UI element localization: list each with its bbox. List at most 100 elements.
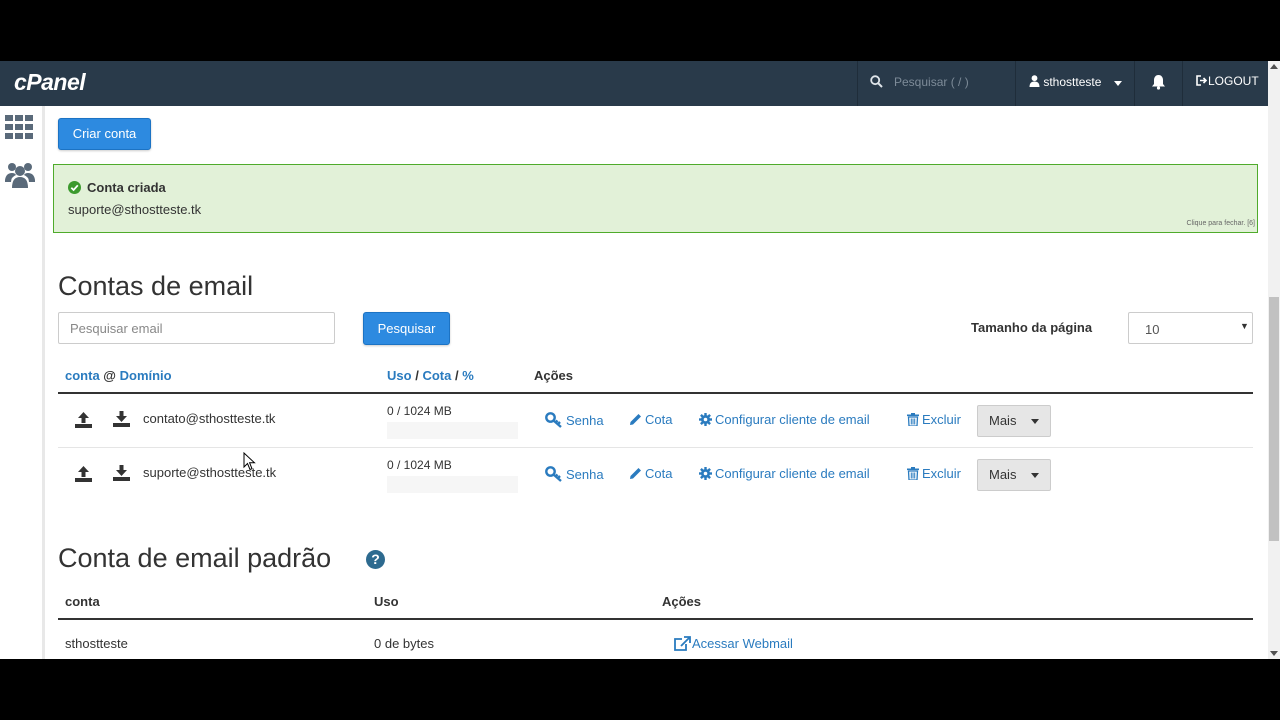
- password-action[interactable]: Senha: [545, 466, 604, 482]
- alert-title: Conta criada: [87, 180, 166, 195]
- gear-icon: [699, 413, 712, 426]
- key-icon: [545, 412, 562, 428]
- configure-client-action[interactable]: Configurar cliente de email: [699, 466, 870, 481]
- alert-message: suporte@sthostteste.tk: [68, 202, 202, 217]
- users-icon[interactable]: [5, 160, 35, 193]
- page-size-label: Tamanho da página: [971, 320, 1093, 335]
- chevron-down-icon: ▼: [1240, 321, 1249, 331]
- slash-separator: /: [454, 368, 459, 383]
- scrollbar-thumb[interactable]: [1269, 297, 1279, 541]
- user-menu[interactable]: sthostteste: [1029, 75, 1101, 89]
- delete-label: Excluir: [922, 466, 962, 481]
- global-search-placeholder: Pesquisar ( / ): [894, 75, 969, 89]
- top-navbar: cPanel Pesquisar ( / ) sthostteste LOGOU…: [0, 61, 1268, 106]
- pencil-icon: [630, 414, 641, 425]
- default-column-usage: Uso: [374, 594, 399, 609]
- upload-icon[interactable]: [75, 412, 92, 433]
- download-icon[interactable]: [113, 465, 130, 486]
- sort-account-link[interactable]: conta: [65, 368, 100, 383]
- trash-icon: [907, 467, 919, 480]
- bell-icon[interactable]: [1151, 74, 1166, 95]
- user-icon: [1029, 75, 1040, 87]
- slash-separator: /: [415, 368, 419, 383]
- grid-icon[interactable]: [5, 115, 33, 144]
- password-action[interactable]: Senha: [545, 412, 604, 428]
- more-dropdown-button[interactable]: Mais: [977, 405, 1051, 437]
- more-label: Mais: [989, 467, 1017, 482]
- usage-text: 0 / 1024 MB: [387, 404, 452, 418]
- sort-percent-link[interactable]: %: [462, 368, 474, 383]
- sort-quota-link[interactable]: Cota: [422, 368, 451, 383]
- trash-icon: [907, 413, 919, 426]
- column-header-actions: Ações: [534, 368, 574, 383]
- cpanel-logo[interactable]: cPanel: [14, 69, 86, 96]
- configure-client-label: Configurar cliente de email: [715, 412, 870, 427]
- more-dropdown-button[interactable]: Mais: [977, 459, 1051, 491]
- password-label: Senha: [566, 412, 604, 428]
- page-size-select[interactable]: 10 ▼: [1128, 312, 1253, 344]
- delete-label: Excluir: [922, 412, 962, 427]
- default-table-rule: [58, 618, 1253, 620]
- download-icon[interactable]: [113, 411, 130, 432]
- pencil-icon: [630, 468, 641, 479]
- sort-usage-link[interactable]: Uso: [387, 368, 412, 383]
- search-icon: [870, 75, 883, 93]
- webmail-link[interactable]: Acessar Webmail: [674, 636, 793, 651]
- external-link-icon: [674, 636, 691, 651]
- gear-icon: [699, 467, 712, 480]
- create-account-button[interactable]: Criar conta: [58, 118, 151, 150]
- delete-action[interactable]: Excluir: [907, 412, 961, 427]
- email-search-placeholder: Pesquisar email: [70, 321, 163, 336]
- email-address: suporte@sthostteste.tk: [143, 465, 277, 480]
- help-icon[interactable]: ?: [366, 550, 385, 569]
- configure-client-label: Configurar cliente de email: [715, 466, 870, 481]
- logout-icon: [1196, 75, 1208, 86]
- key-icon: [545, 466, 562, 482]
- delete-action[interactable]: Excluir: [907, 466, 961, 481]
- usage-text: 0 / 1024 MB: [387, 458, 452, 472]
- logout-label: LOGOUT: [1208, 74, 1259, 88]
- cpanel-window: cPanel Pesquisar ( / ) sthostteste LOGOU…: [0, 61, 1280, 659]
- vertical-scrollbar[interactable]: [1268, 61, 1280, 659]
- quota-action[interactable]: Cota: [629, 466, 672, 481]
- chevron-down-icon[interactable]: [1114, 81, 1122, 86]
- email-accounts-title: Contas de email: [58, 271, 254, 301]
- page-size-value: 10: [1145, 322, 1160, 337]
- usage-bar: [387, 422, 518, 439]
- quota-label: Cota: [645, 412, 673, 427]
- success-alert[interactable]: Conta criada suporte@sthostteste.tk Cliq…: [53, 164, 1258, 233]
- column-header-usage[interactable]: Uso / Cota / %: [387, 368, 474, 383]
- nav-divider: [1134, 61, 1135, 106]
- email-address: contato@sthostteste.tk: [143, 411, 276, 426]
- quota-action[interactable]: Cota: [629, 412, 672, 427]
- logout-button[interactable]: LOGOUT: [1195, 74, 1259, 88]
- default-column-actions: Ações: [662, 594, 702, 609]
- scroll-down-arrow-icon[interactable]: [1270, 651, 1278, 656]
- configure-client-action[interactable]: Configurar cliente de email: [699, 412, 870, 427]
- quota-label: Cota: [645, 466, 673, 481]
- default-account-title: Conta de email padrão: [58, 543, 332, 573]
- table-header-rule: [58, 392, 1253, 394]
- default-account-usage: 0 de bytes: [374, 636, 434, 651]
- row-divider: [58, 447, 1253, 448]
- webmail-label: Acessar Webmail: [692, 636, 793, 651]
- check-circle-icon: [68, 181, 81, 199]
- alert-close-hint[interactable]: Clique para fechar. [6]: [1187, 220, 1256, 227]
- usage-bar: [387, 476, 518, 493]
- left-sidebar: [0, 106, 45, 659]
- sort-domain-link[interactable]: Domínio: [120, 368, 172, 383]
- username: sthostteste: [1043, 75, 1102, 89]
- password-label: Senha: [566, 466, 604, 482]
- upload-icon[interactable]: [75, 466, 92, 487]
- nav-divider: [1015, 61, 1016, 106]
- default-account-name: sthostteste: [65, 636, 128, 651]
- global-search[interactable]: Pesquisar ( / ): [858, 61, 1015, 106]
- column-header-account[interactable]: conta @ Domínio: [65, 368, 172, 383]
- email-search-input[interactable]: Pesquisar email: [58, 312, 335, 344]
- more-label: Mais: [989, 413, 1017, 428]
- search-button[interactable]: Pesquisar: [363, 312, 450, 345]
- chevron-down-icon: [1031, 473, 1039, 478]
- default-column-account: conta: [65, 594, 100, 609]
- at-separator: @: [103, 368, 116, 383]
- scroll-up-arrow-icon[interactable]: [1270, 64, 1278, 69]
